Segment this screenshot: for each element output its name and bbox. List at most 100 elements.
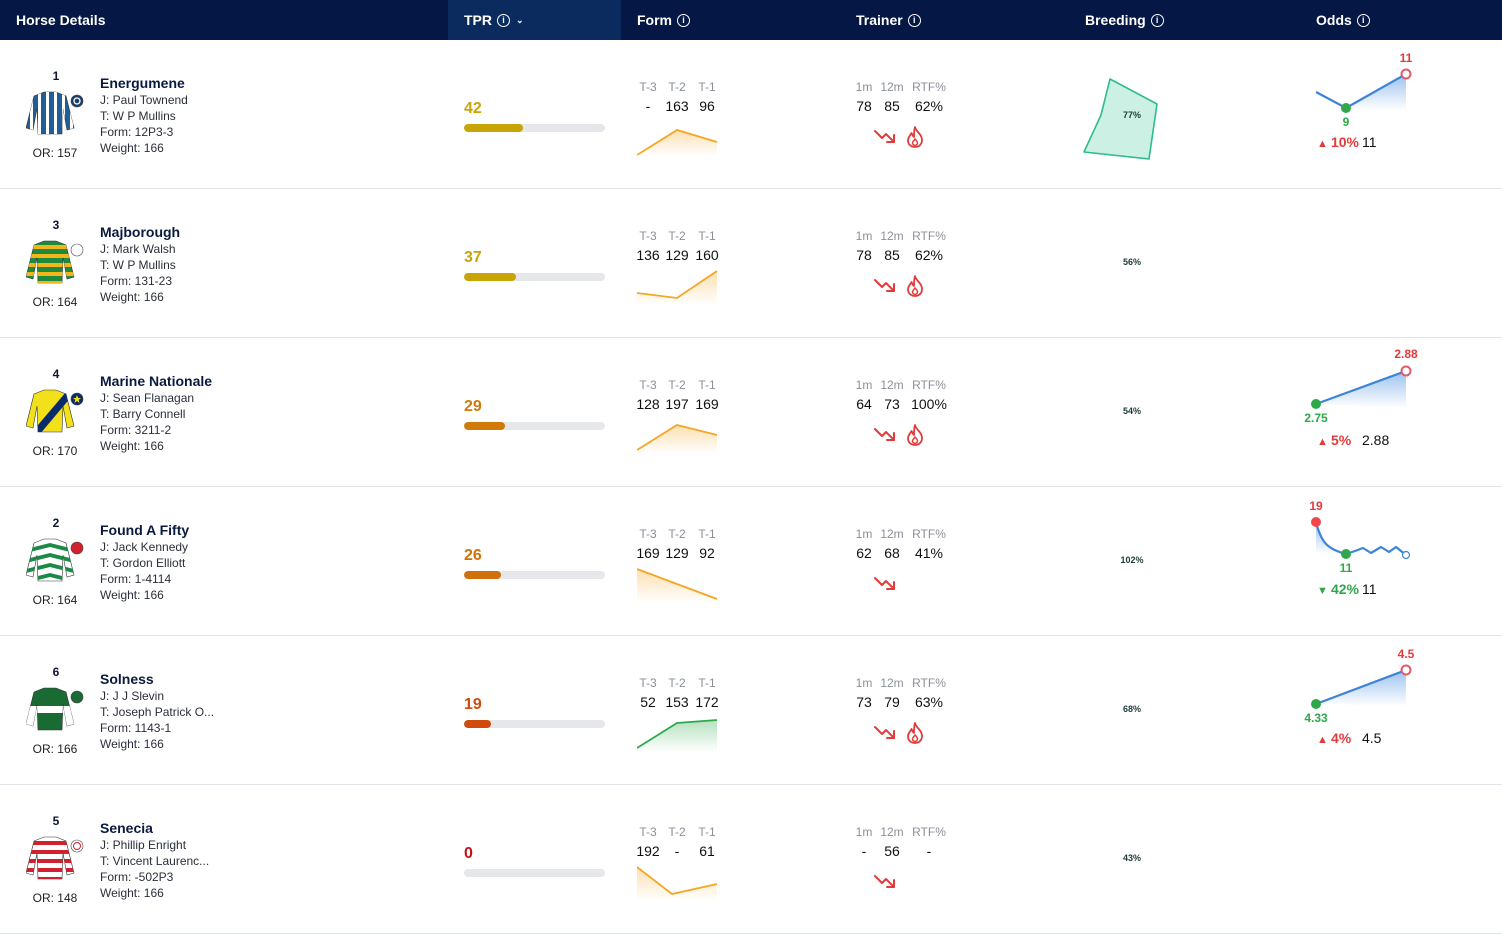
form-run-value: - bbox=[674, 843, 680, 859]
flame-icon bbox=[907, 722, 923, 744]
horse-trainer: T: Barry Connell bbox=[100, 407, 186, 421]
horse-jockey: J: Paul Townend bbox=[100, 93, 188, 107]
form-run-label: T-1 bbox=[698, 527, 716, 541]
trend-down-icon bbox=[874, 130, 895, 143]
trainer-stat-label: 1m bbox=[855, 527, 873, 541]
chevron-down-icon[interactable]: ⌄ bbox=[516, 15, 524, 26]
saddle-number: 6 bbox=[52, 665, 60, 679]
breeding-value: 56% bbox=[1123, 257, 1141, 267]
arrow-up-icon: ▲ bbox=[1317, 734, 1331, 746]
saddle-number: 4 bbox=[52, 367, 60, 381]
horse-jockey: J: Phillip Enright bbox=[100, 838, 187, 852]
horse-form: Form: 1-4114 bbox=[100, 572, 172, 586]
tpr-bar bbox=[464, 124, 605, 132]
silks-container bbox=[25, 239, 84, 290]
table-row[interactable]: 2 OR: 164 Found A Fifty J: Jack Kennedy T: G… bbox=[0, 487, 1502, 636]
odds-change: ▲ 5% bbox=[1317, 432, 1351, 448]
trainer-stat-value: 85 bbox=[884, 98, 900, 114]
odds-sparkline: 4.33 4.5 bbox=[1304, 647, 1415, 725]
info-icon[interactable]: i bbox=[677, 13, 690, 27]
trainer-stat-label: RTF% bbox=[912, 80, 946, 94]
form-run-value: 160 bbox=[695, 247, 719, 263]
horse-name-link[interactable]: Energumene bbox=[100, 75, 185, 91]
form-run-value: 61 bbox=[699, 843, 715, 859]
odds-last-label: 11 bbox=[1340, 561, 1353, 575]
table-row[interactable]: 3 OR: 164 Majborough J: Mark Walsh T: W P Mu… bbox=[0, 189, 1502, 338]
saddle-number: 3 bbox=[52, 218, 60, 232]
odds-open-label: 2.75 bbox=[1304, 411, 1328, 425]
tpr-value: 0 bbox=[464, 845, 473, 862]
form-sparkline bbox=[637, 568, 718, 603]
header-breeding-label: Breeding bbox=[1085, 12, 1146, 28]
trainer-stat-value: 78 bbox=[856, 247, 872, 263]
tpr-bar-fill bbox=[464, 124, 524, 132]
trainer-stat-value: 79 bbox=[884, 694, 900, 710]
horse-name-link[interactable]: Found A Fifty bbox=[100, 522, 189, 538]
horse-name-link[interactable]: Majborough bbox=[100, 224, 180, 240]
form-run-value: 153 bbox=[665, 694, 689, 710]
odds-current-value[interactable]: 2.88 bbox=[1362, 432, 1389, 448]
horse-name-link[interactable]: Senecia bbox=[100, 820, 153, 836]
header-form-label: Form bbox=[637, 12, 672, 28]
trainer-stat-value: 64 bbox=[856, 396, 872, 412]
trainer-stat-label: 12m bbox=[880, 80, 904, 94]
jockey-silks-icon bbox=[25, 389, 84, 433]
header-trainer-label: Trainer bbox=[856, 12, 903, 28]
horse-form: Form: 3211-2 bbox=[100, 423, 172, 437]
odds-current-value[interactable]: 4.5 bbox=[1362, 730, 1381, 746]
tpr-bar-fill bbox=[464, 273, 517, 281]
info-icon[interactable]: i bbox=[497, 13, 510, 27]
odds-current-value[interactable]: 11 bbox=[1362, 134, 1377, 150]
horse-weight: Weight: 166 bbox=[100, 290, 164, 304]
table-row[interactable]: 1 OR: 157 Energumene J: Paul Townend T: W P … bbox=[0, 40, 1502, 189]
official-rating: OR: 164 bbox=[32, 295, 78, 309]
flame-icon bbox=[907, 424, 923, 446]
horse-name-link[interactable]: Solness bbox=[100, 671, 154, 687]
odds-last-label: 4.5 bbox=[1398, 647, 1415, 661]
trainer-stat-label: RTF% bbox=[912, 676, 946, 690]
info-icon[interactable]: i bbox=[1356, 13, 1370, 27]
form-run-value: 96 bbox=[699, 98, 715, 114]
odds-last-label: 11 bbox=[1400, 51, 1413, 65]
horse-name-link[interactable]: Marine Nationale bbox=[100, 373, 212, 389]
form-run-label: T-2 bbox=[668, 825, 686, 839]
table-row[interactable]: 5 OR: 148 Senecia J: Phillip Enright T: Vinc… bbox=[0, 785, 1502, 934]
horse-jockey: J: Mark Walsh bbox=[100, 242, 176, 256]
trainer-stat-label: 1m bbox=[855, 229, 873, 243]
form-run-label: T-2 bbox=[668, 80, 686, 94]
horse-weight: Weight: 166 bbox=[100, 588, 164, 602]
jockey-silks-icon bbox=[25, 91, 84, 135]
trainer-stat-label: 1m bbox=[855, 80, 873, 94]
trainer-stat-value: 63% bbox=[914, 694, 944, 710]
saddle-number: 1 bbox=[52, 69, 60, 83]
header-tpr-sort[interactable]: TPR i ⌄ bbox=[464, 0, 524, 40]
horse-jockey: J: Sean Flanagan bbox=[100, 391, 195, 405]
horse-weight: Weight: 166 bbox=[100, 737, 164, 751]
header-odds: Odds i bbox=[1316, 0, 1370, 40]
table-row[interactable]: 4 OR: 170 Marine Nationale J: Sean Flanagan… bbox=[0, 338, 1502, 487]
trainer-stat-value: 68 bbox=[884, 545, 900, 561]
jockey-silks-icon bbox=[25, 836, 84, 880]
odds-sparkline: 9 11 bbox=[1315, 51, 1413, 129]
trainer-stat-label: RTF% bbox=[912, 527, 946, 541]
header-trainer: Trainer i bbox=[856, 0, 921, 40]
odds-last-label: 2.88 bbox=[1394, 347, 1418, 361]
horse-form: Form: 131-23 bbox=[100, 274, 173, 288]
info-icon[interactable]: i bbox=[907, 13, 921, 27]
table-header: Horse Details TPR i ⌄ Form i Trainer i Breed… bbox=[0, 0, 1502, 40]
table-row[interactable]: 6 OR: 166 Solness J: J J Slevin T: Joseph Pa… bbox=[0, 636, 1502, 785]
form-sparkline bbox=[637, 866, 718, 901]
breeding-radar: 54% bbox=[1123, 406, 1141, 416]
trainer-stat-label: 1m bbox=[855, 825, 873, 839]
form-run-label: T-1 bbox=[698, 80, 716, 94]
saddle-number: 5 bbox=[52, 814, 60, 828]
odds-current-value[interactable]: 11 bbox=[1362, 581, 1377, 597]
official-rating: OR: 166 bbox=[32, 742, 78, 756]
form-sparkline bbox=[637, 129, 718, 156]
form-run-label: T-1 bbox=[698, 378, 716, 392]
trainer-stat-label: 12m bbox=[880, 676, 904, 690]
tpr-bar bbox=[464, 422, 605, 430]
form-sparkline bbox=[637, 719, 718, 752]
form-run-value: 169 bbox=[695, 396, 719, 412]
info-icon[interactable]: i bbox=[1150, 13, 1164, 27]
